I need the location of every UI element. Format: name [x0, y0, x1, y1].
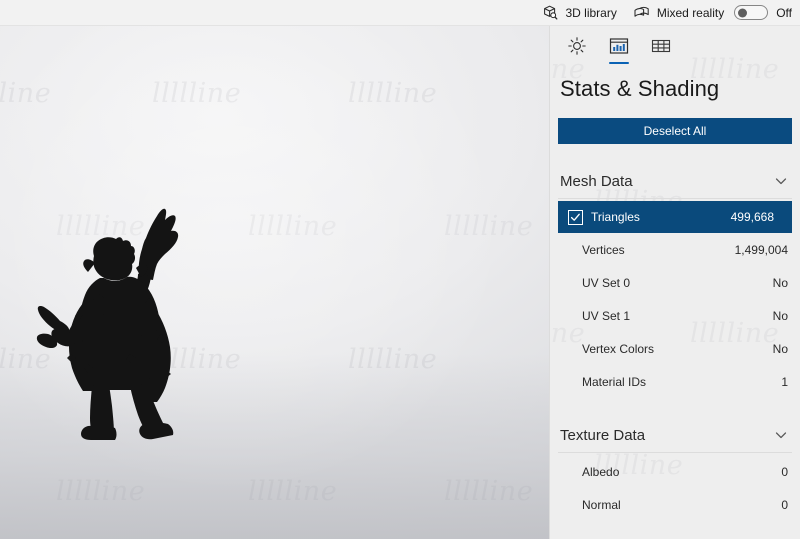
mesh-data-rows: Triangles 499,668 Vertices 1,499,004 UV … — [550, 199, 800, 398]
mixed-reality-toggle[interactable] — [734, 5, 769, 20]
row-value: No — [772, 275, 788, 290]
app-body: llllline llllline llllline llllline llll… — [0, 26, 800, 539]
grid-mesh-icon — [650, 36, 672, 56]
row-checkbox[interactable] — [568, 209, 583, 225]
row-value: 499,668 — [730, 210, 774, 224]
table-row[interactable]: Vertex Colors No — [550, 332, 800, 365]
watermark-text: llllline — [444, 211, 534, 242]
sun-light-icon — [567, 36, 587, 56]
watermark-text: llllline — [348, 78, 438, 109]
tab-active-underline — [651, 62, 671, 64]
watermark-text: llllline — [248, 211, 338, 242]
page-title: Stats & Shading — [560, 76, 720, 101]
tab-active-underline — [567, 62, 587, 64]
row-label: Normal — [582, 497, 621, 512]
mixed-reality-label: Mixed reality — [656, 5, 725, 20]
row-value: 0 — [781, 464, 788, 479]
stats-shading-panel: llllline llllline llllline llllline llll… — [549, 26, 800, 539]
texture-data-rows: Albedo 0 Normal 0 — [550, 453, 800, 521]
row-label: Albedo — [582, 464, 620, 479]
deselect-all-button[interactable]: Deselect All — [558, 118, 792, 144]
row-value: No — [772, 308, 788, 323]
table-row[interactable]: UV Set 0 No — [550, 266, 800, 299]
row-label: Material IDs — [582, 374, 647, 389]
mixed-reality-button[interactable]: Mixed reality — [625, 0, 732, 26]
table-row[interactable]: Material IDs 1 — [550, 365, 800, 398]
row-label: UV Set 0 — [582, 275, 631, 290]
row-label: Vertex Colors — [582, 341, 655, 356]
section-title: Texture Data — [560, 426, 646, 444]
3d-viewport[interactable]: llllline llllline llllline llllline llll… — [0, 26, 549, 539]
row-value: No — [772, 341, 788, 356]
table-row[interactable]: UV Set 1 No — [550, 299, 800, 332]
chevron-down-icon[interactable] — [774, 174, 788, 188]
watermark-text: llllline — [0, 78, 52, 109]
table-row[interactable]: Vertices 1,499,004 — [550, 233, 800, 266]
row-value: 0 — [781, 497, 788, 512]
section-title: Mesh Data — [560, 172, 633, 190]
cube-search-icon — [542, 5, 559, 21]
tab-active-underline — [609, 62, 629, 64]
row-label: UV Set 1 — [582, 308, 631, 323]
section-header-texture-data[interactable]: Texture Data — [550, 418, 800, 452]
panel-tab-bar — [550, 26, 800, 66]
watermark-text: llllline — [152, 78, 242, 109]
table-row[interactable]: Triangles 499,668 — [558, 201, 792, 233]
tab-wireframe[interactable] — [642, 32, 680, 66]
top-toolbar: 3D library Mixed reality Off — [0, 0, 800, 26]
table-row[interactable]: Albedo 0 — [550, 455, 800, 488]
mixed-reality-viewer-app: 3D library Mixed reality Off lll — [0, 0, 800, 539]
tab-stats[interactable] — [600, 32, 638, 66]
toggle-knob — [738, 8, 748, 17]
3d-library-button[interactable]: 3D library — [534, 0, 624, 26]
tab-lighting[interactable] — [558, 32, 596, 66]
chevron-down-icon[interactable] — [774, 428, 788, 442]
3d-model-silhouette[interactable] — [18, 194, 218, 444]
table-row[interactable]: Normal 0 — [550, 488, 800, 521]
row-value: 1,499,004 — [734, 242, 788, 257]
row-label: Vertices — [582, 242, 625, 257]
row-value: 1 — [781, 374, 788, 389]
mixed-reality-toggle-group[interactable]: Off — [732, 5, 792, 20]
toggle-state-label: Off — [776, 5, 792, 20]
bar-chart-icon — [608, 36, 630, 56]
3d-library-label: 3D library — [565, 5, 617, 20]
row-label: Triangles — [591, 210, 640, 224]
section-header-mesh-data[interactable]: Mesh Data — [550, 164, 800, 198]
mixed-reality-icon — [633, 5, 651, 21]
